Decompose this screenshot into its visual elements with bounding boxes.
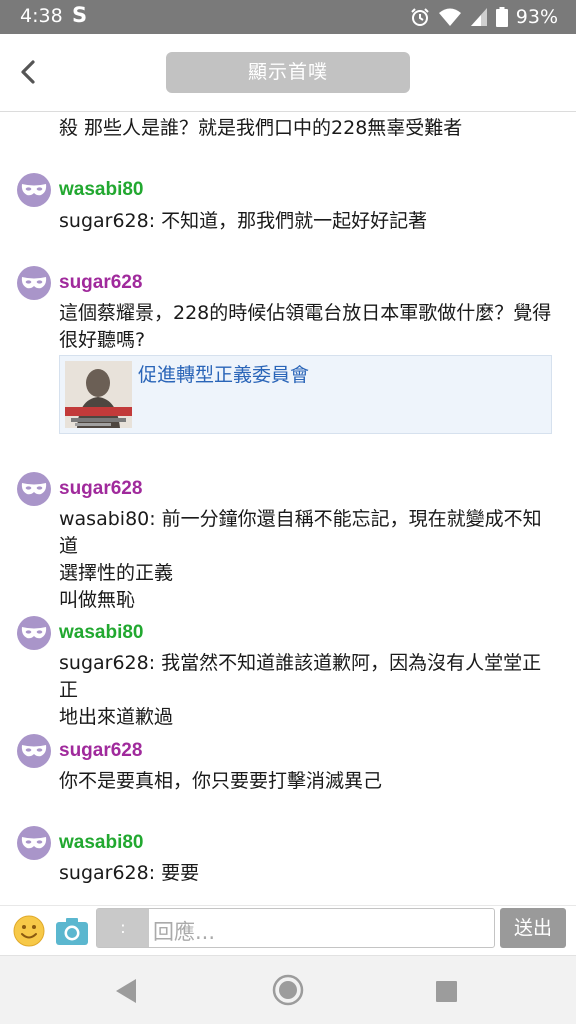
username[interactable]: sugar628 [59,478,142,500]
message-text: sugar628: 不知道，那我們就一起好好記著 [59,210,428,232]
reply-placeholder: 回應... [153,920,216,944]
status-time: 4:38 [20,5,63,27]
avatar[interactable] [17,266,51,300]
message-text: sugar628: 我當然不知道誰該道歉阿，因為沒有人堂堂正正 地出來道歉過 [59,650,559,731]
chevron-left-icon [21,60,35,84]
message-text: 這個蔡耀景，228的時候佔領電台放日本軍歌做什麼？覺得 很好聽嗎? [59,300,559,354]
username[interactable]: sugar628 [59,272,142,294]
avatar[interactable] [17,616,51,650]
header: 顯示首噗 [0,34,576,112]
nav-back-icon[interactable] [114,978,138,1004]
message-line: 很好聽嗎? [59,329,146,351]
link-thumbnail [65,361,132,428]
wifi-icon [438,8,461,26]
reply-input[interactable]: : 回應... [96,908,495,948]
send-button[interactable]: 送出 [500,908,566,948]
message-line: sugar628: 我當然不知道誰該道歉阿，因為沒有人堂堂正正 [59,652,542,701]
status-indicators: 93% [410,5,558,29]
avatar[interactable] [17,734,51,768]
message-line: 這個蔡耀景，228的時候佔領電台放日本軍歌做什麼？覺得 [59,302,552,324]
reply-bar: : 回應... 送出 [0,905,576,955]
qualifier-selector[interactable]: : [97,909,149,947]
message-line: 叫做無恥 [59,589,136,611]
message-text: 你不是要真相，你只要要打擊消滅異己 [59,770,383,792]
emoji-button[interactable] [13,915,45,947]
smiley-icon [13,915,45,947]
mask-icon [21,745,47,757]
alarm-icon [411,8,429,26]
mask-icon [21,837,47,849]
nav-recent-apps-icon[interactable] [436,981,457,1002]
link-title[interactable]: 促進轉型正義委員會 [138,360,309,387]
username[interactable]: sugar628 [59,740,142,762]
avatar[interactable] [17,472,51,506]
back-button[interactable] [10,54,46,90]
signal-icon [470,8,487,26]
camera-button[interactable] [55,915,89,947]
chat-list: 殺 那些人是誰？就是我們口中的228無辜受難者 wasabi80 sugar62… [0,112,576,905]
message-line: wasabi80: 前一分鐘你還自稱不能忘記，現在就變成不知道 [59,508,542,557]
system-nav-bar [0,955,576,1024]
show-home-plurk-button[interactable]: 顯示首噗 [166,52,410,93]
username[interactable]: wasabi80 [59,622,144,644]
message-text: wasabi80: 前一分鐘你還自稱不能忘記，現在就變成不知道 選擇性的正義 叫… [59,506,559,614]
mask-icon [21,483,47,495]
avatar[interactable] [17,826,51,860]
battery-icon [495,7,508,27]
message-line: 選擇性的正義 [59,562,174,584]
mask-icon [21,184,47,196]
avatar[interactable] [17,173,51,207]
mask-icon [21,627,47,639]
username[interactable]: wasabi80 [59,832,144,854]
link-preview-card[interactable]: 促進轉型正義委員會 [59,355,552,434]
app-notification-icon: S [72,3,88,27]
message-line: 地出來道歉過 [59,706,174,728]
nav-home-icon[interactable] [272,974,304,1006]
mask-icon [21,277,47,289]
status-bar: 4:38 S 93% [0,0,576,34]
message-text: sugar628: 要要 [59,862,200,884]
username[interactable]: wasabi80 [59,179,144,201]
message-text: 殺 那些人是誰？就是我們口中的228無辜受難者 [59,117,463,139]
battery-percent: 93% [515,6,558,28]
camera-icon [56,918,88,945]
